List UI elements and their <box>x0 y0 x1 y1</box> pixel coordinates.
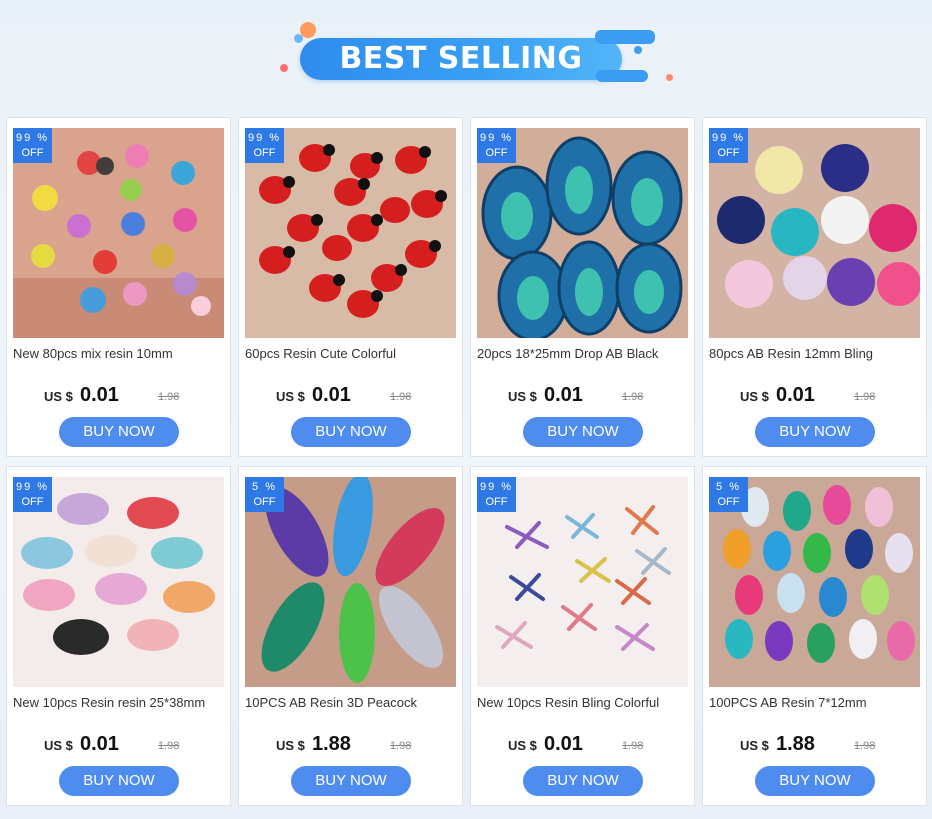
original-price: 1.98 <box>622 391 644 403</box>
original-price: 1.98 <box>158 391 180 403</box>
price: 0.01 <box>544 733 583 755</box>
price-row: US $ 0.01 1.98 <box>239 384 464 408</box>
currency: US $ <box>740 389 769 404</box>
price-row: US $ 0.01 1.98 <box>703 384 928 408</box>
page-title: BEST SELLING <box>339 41 583 76</box>
badge-percent: 99 % <box>15 132 50 144</box>
product-title[interactable]: 80pcs AB Resin 12mm Bling <box>709 346 923 361</box>
badge-percent: 99 % <box>479 481 514 493</box>
product-title[interactable]: New 10pcs Resin Bling Colorful <box>477 695 691 710</box>
buy-now-button[interactable]: BUY NOW <box>291 417 411 447</box>
badge-off: OFF <box>717 496 740 508</box>
product-title[interactable]: 100PCS AB Resin 7*12mm <box>709 695 923 710</box>
badge-percent: 99 % <box>15 481 50 493</box>
currency: US $ <box>508 389 537 404</box>
decor-dot <box>666 74 673 81</box>
badge-percent: 5 % <box>252 481 277 493</box>
decor-dot <box>634 46 642 54</box>
discount-badge: 5 % OFF <box>709 477 748 512</box>
currency: US $ <box>44 738 73 753</box>
badge-off: OFF <box>21 496 44 508</box>
product-title[interactable]: New 10pcs Resin resin 25*38mm <box>13 695 227 710</box>
product-card[interactable]: 99 % OFF 80pcs AB Resin 12mm Bling US $ … <box>702 117 927 457</box>
price-row: US $ 0.01 1.98 <box>471 733 696 757</box>
product-card[interactable]: 5 % OFF 10PCS AB Resin 3D Peacock US $ 1… <box>238 466 463 806</box>
buy-now-button[interactable]: BUY NOW <box>59 417 179 447</box>
badge-off: OFF <box>485 496 508 508</box>
price: 0.01 <box>312 384 351 406</box>
discount-badge: 99 % OFF <box>13 128 52 163</box>
original-price: 1.98 <box>622 740 644 752</box>
badge-percent: 99 % <box>711 132 746 144</box>
discount-badge: 99 % OFF <box>709 128 748 163</box>
badge-percent: 99 % <box>247 132 282 144</box>
decor-dot <box>280 64 288 72</box>
original-price: 1.98 <box>390 740 412 752</box>
price: 0.01 <box>776 384 815 406</box>
product-grid: 99 % OFF New 80pcs mix resin 10mm US $ 0… <box>6 117 928 807</box>
buy-now-button[interactable]: BUY NOW <box>755 417 875 447</box>
product-card[interactable]: 99 % OFF 20pcs 18*25mm Drop AB Black US … <box>470 117 695 457</box>
buy-now-button[interactable]: BUY NOW <box>755 766 875 796</box>
currency: US $ <box>740 738 769 753</box>
price-row: US $ 0.01 1.98 <box>471 384 696 408</box>
product-card[interactable]: 99 % OFF New 80pcs mix resin 10mm US $ 0… <box>6 117 231 457</box>
price: 1.88 <box>312 733 351 755</box>
buy-now-button[interactable]: BUY NOW <box>523 417 643 447</box>
price: 0.01 <box>544 384 583 406</box>
original-price: 1.98 <box>854 740 876 752</box>
price-row: US $ 0.01 1.98 <box>7 733 232 757</box>
buy-now-button[interactable]: BUY NOW <box>291 766 411 796</box>
price: 1.88 <box>776 733 815 755</box>
buy-now-button[interactable]: BUY NOW <box>59 766 179 796</box>
product-title[interactable]: 60pcs Resin Cute Colorful <box>245 346 459 361</box>
price: 0.01 <box>80 384 119 406</box>
product-title[interactable]: 20pcs 18*25mm Drop AB Black <box>477 346 691 361</box>
discount-badge: 5 % OFF <box>245 477 284 512</box>
original-price: 1.98 <box>854 391 876 403</box>
badge-off: OFF <box>253 496 276 508</box>
discount-badge: 99 % OFF <box>477 128 516 163</box>
product-card[interactable]: 99 % OFF New 10pcs Resin resin 25*38mm U… <box>6 466 231 806</box>
discount-badge: 99 % OFF <box>245 128 284 163</box>
price-row: US $ 1.88 1.98 <box>239 733 464 757</box>
product-title[interactable]: New 80pcs mix resin 10mm <box>13 346 227 361</box>
badge-off: OFF <box>717 147 740 159</box>
product-card[interactable]: 5 % OFF 100PCS AB Resin 7*12mm US $ 1.88… <box>702 466 927 806</box>
price-row: US $ 1.88 1.98 <box>703 733 928 757</box>
badge-off: OFF <box>485 147 508 159</box>
product-title[interactable]: 10PCS AB Resin 3D Peacock <box>245 695 459 710</box>
badge-off: OFF <box>21 147 44 159</box>
discount-badge: 99 % OFF <box>13 477 52 512</box>
price-row: US $ 0.01 1.98 <box>7 384 232 408</box>
currency: US $ <box>276 389 305 404</box>
badge-off: OFF <box>253 147 276 159</box>
currency: US $ <box>276 738 305 753</box>
badge-percent: 99 % <box>479 132 514 144</box>
price: 0.01 <box>80 733 119 755</box>
currency: US $ <box>508 738 537 753</box>
original-price: 1.98 <box>158 740 180 752</box>
badge-percent: 5 % <box>716 481 741 493</box>
currency: US $ <box>44 389 73 404</box>
buy-now-button[interactable]: BUY NOW <box>523 766 643 796</box>
section-header: BEST SELLING <box>0 0 932 110</box>
original-price: 1.98 <box>390 391 412 403</box>
product-card[interactable]: 99 % OFF New 10pcs Resin Bling Colorful … <box>470 466 695 806</box>
product-card[interactable]: 99 % OFF 60pcs Resin Cute Colorful US $ … <box>238 117 463 457</box>
discount-badge: 99 % OFF <box>477 477 516 512</box>
